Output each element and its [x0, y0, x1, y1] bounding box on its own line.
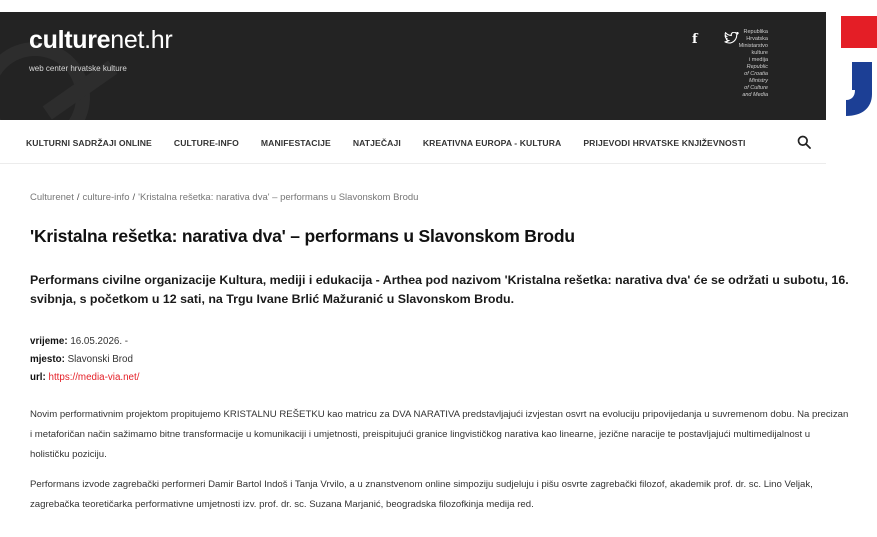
logo-bold: culture [29, 26, 111, 54]
breadcrumb-culture-info-link[interactable]: culture-info [82, 192, 129, 203]
meta-time-value: 16.05.2026. - [70, 336, 129, 347]
ministry-line-en: of Culture [744, 85, 768, 91]
meta-time-row: vrijeme: 16.05.2026. - [30, 333, 139, 351]
breadcrumb-home-link[interactable]: Culturenet [30, 192, 74, 203]
facebook-icon[interactable]: f [692, 32, 698, 47]
meta-time-label: vrijeme: [30, 336, 68, 347]
logo-light: net.hr [110, 26, 173, 54]
meta-url-label: url: [30, 372, 46, 383]
ministry-line: kulture [751, 50, 768, 56]
croatia-blue-hook-logo [846, 62, 872, 116]
article-paragraph-2: Performans izvode zagrebački performeri … [30, 479, 813, 510]
croatia-red-square-logo [841, 16, 877, 48]
meta-place-value: Slavonski Brod [67, 354, 133, 365]
nav-item-natjecaji[interactable]: NATJEČAJI [353, 138, 401, 148]
breadcrumb-separator: / [76, 192, 80, 203]
article-paragraph-1: Novim performativnim projektom propituje… [30, 409, 849, 460]
meta-place-row: mjesto: Slavonski Brod [30, 351, 139, 369]
event-meta: vrijeme: 16.05.2026. - mjesto: Slavonski… [30, 333, 139, 387]
ministry-line-en: Ministry [749, 78, 768, 84]
ministry-line: Republika [743, 29, 768, 35]
article-lead: Performans civilne organizacije Kultura,… [30, 273, 849, 306]
meta-place-label: mjesto: [30, 354, 65, 365]
ministry-line-en: of Croatia [744, 71, 768, 77]
site-header: culturenet.hr web center hrvatske kultur… [0, 0, 877, 120]
nav-item-kulturni-sadrzaji[interactable]: KULTURNI SADRŽAJI ONLINE [26, 138, 152, 148]
article-title: 'Kristalna rešetka: narativa dva' – perf… [30, 226, 575, 246]
ministry-line-en: Republic [746, 64, 768, 70]
ministry-line: Hrvatska [746, 36, 768, 42]
nav-item-kreativna-europa[interactable]: KREATIVNA EUROPA - KULTURA [423, 138, 562, 148]
breadcrumb: Culturenet / culture-info / 'Kristalna rešet… [30, 192, 418, 203]
meta-url-row: url: https://media-via.net/ [30, 369, 139, 387]
header-banner: culturenet.hr web center hrvatske kultur… [0, 12, 826, 120]
search-icon[interactable] [797, 135, 811, 149]
ministry-line: Ministarstvo [738, 43, 768, 49]
breadcrumb-separator: / [132, 192, 136, 203]
breadcrumb-current: 'Kristalna rešetka: narativa dva' – perf… [138, 192, 419, 203]
ministry-line-en: and Media [742, 92, 768, 98]
ministry-logo-text[interactable]: Republika Hrvatska Ministarstvo kulture … [698, 29, 768, 99]
site-tagline: web center hrvatske kulture [29, 64, 127, 73]
nav-item-manifestacije[interactable]: MANIFESTACIJE [261, 138, 331, 148]
nav-item-culture-info[interactable]: CULTURE-INFO [174, 138, 239, 148]
nav-item-prijevodi[interactable]: PRIJEVODI HRVATSKE KNJIŽEVNOSTI [583, 138, 745, 148]
main-navigation: KULTURNI SADRŽAJI ONLINE CULTURE-INFO MA… [0, 122, 826, 164]
ministry-line: i medija [749, 57, 768, 63]
site-logo[interactable]: culturenet.hr [29, 26, 173, 55]
meta-url-link[interactable]: https://media-via.net/ [49, 372, 140, 383]
